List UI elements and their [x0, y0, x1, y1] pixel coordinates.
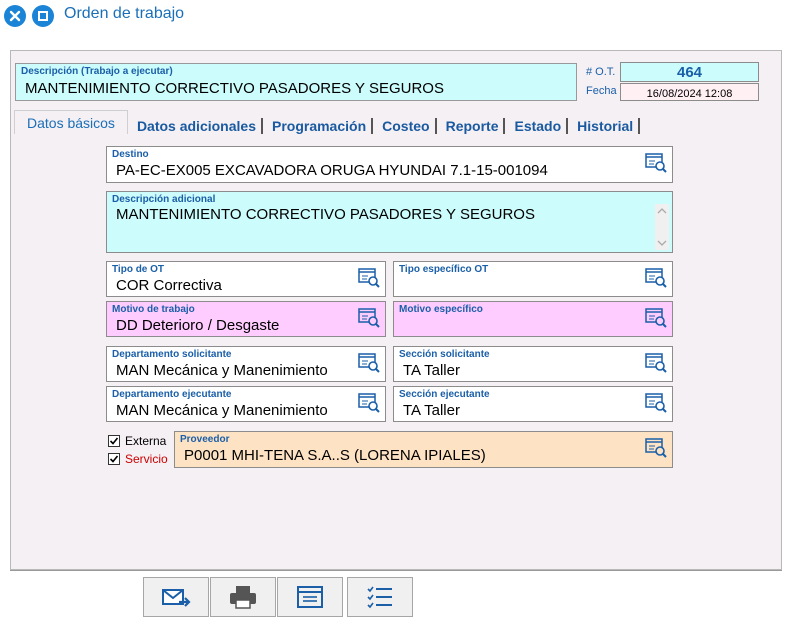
title-bar: Orden de trabajo — [0, 0, 787, 32]
lookup-icon[interactable] — [645, 438, 667, 458]
lookup-icon[interactable] — [645, 308, 667, 328]
sec-solicitante-value: TA Taller — [403, 362, 460, 379]
destino-value: PA-EC-EX005 EXCAVADORA ORUGA HYUNDAI 7.1… — [116, 162, 548, 179]
tab-reporte[interactable]: Reporte — [441, 118, 506, 134]
lookup-icon[interactable] — [358, 268, 380, 288]
proveedor-value: P0001 MHI-TENA S.A..S (LORENA IPIALES) — [184, 447, 486, 464]
motivo-especifico-field[interactable]: Motivo específico — [393, 301, 673, 337]
lookup-icon[interactable] — [358, 308, 380, 328]
sec-ejecutante-field[interactable]: Sección ejecutante TA Taller — [393, 386, 673, 422]
description-field[interactable]: Descripción (Trabajo a ejecutar) MANTENI… — [15, 63, 577, 101]
fecha-value: 16/08/2024 12:08 — [646, 88, 733, 100]
check-icon — [109, 437, 119, 445]
fecha-field: 16/08/2024 12:08 — [620, 83, 759, 101]
checklist-button[interactable] — [347, 577, 413, 617]
window-list-icon — [297, 586, 323, 608]
check-icon — [109, 455, 119, 463]
motivo-especifico-label: Motivo específico — [399, 304, 483, 315]
motivo-trabajo-value: DD Deterioro / Desgaste — [116, 317, 280, 334]
tab-costeo[interactable]: Costeo — [377, 118, 437, 134]
motivo-trabajo-label: Motivo de trabajo — [112, 304, 195, 315]
lookup-icon[interactable] — [645, 353, 667, 373]
ot-number-value: 464 — [676, 64, 703, 81]
tipo-ot-field[interactable]: Tipo de OT COR Correctiva — [106, 261, 386, 297]
tab-estado[interactable]: Estado — [509, 118, 569, 134]
send-mail-button[interactable] — [143, 577, 209, 617]
maximize-icon[interactable] — [32, 5, 54, 27]
sec-ejecutante-value: TA Taller — [403, 402, 460, 419]
ot-number-field: 464 — [620, 62, 759, 82]
dep-solicitante-field[interactable]: Departamento solicitante MAN Mecánica y … — [106, 346, 386, 382]
tab-historial[interactable]: Historial — [572, 118, 641, 134]
tipo-especifico-field[interactable]: Tipo específico OT — [393, 261, 673, 297]
window-title: Orden de trabajo — [64, 5, 185, 22]
dep-solicitante-label: Departamento solicitante — [112, 349, 232, 360]
print-button[interactable] — [210, 577, 276, 617]
descripcion-adicional-field[interactable]: Descripción adicional MANTENIMIENTO CORR… — [106, 191, 673, 253]
tab-bar: Datos básicos Datos adicionales Programa… — [14, 110, 641, 134]
dep-ejecutante-value: MAN Mecánica y Manenimiento — [116, 402, 328, 419]
dep-solicitante-value: MAN Mecánica y Manenimiento — [116, 362, 328, 379]
tab-datos-basicos[interactable]: Datos básicos — [14, 110, 128, 134]
externa-checkbox[interactable] — [108, 435, 120, 447]
sec-solicitante-field[interactable]: Sección solicitante TA Taller — [393, 346, 673, 382]
tipo-ot-value: COR Correctiva — [116, 277, 222, 294]
descripcion-adicional-value: MANTENIMIENTO CORRECTIVO PASADORES Y SEG… — [116, 206, 535, 223]
servicio-checkbox[interactable] — [108, 453, 120, 465]
window-list-button[interactable] — [277, 577, 343, 617]
lookup-icon[interactable] — [358, 353, 380, 373]
lookup-icon[interactable] — [645, 393, 667, 413]
sec-solicitante-label: Sección solicitante — [399, 349, 490, 360]
fecha-label: Fecha — [586, 85, 617, 97]
description-value: MANTENIMIENTO CORRECTIVO PASADORES Y SEG… — [25, 80, 444, 97]
tab-programacion[interactable]: Programación — [267, 118, 374, 134]
tab-datos-adicionales[interactable]: Datos adicionales — [132, 118, 263, 134]
scrollbar[interactable] — [655, 204, 669, 250]
close-icon[interactable] — [4, 5, 26, 27]
proveedor-field[interactable]: Proveedor P0001 MHI-TENA S.A..S (LORENA … — [174, 431, 673, 468]
destino-field[interactable]: Destino PA-EC-EX005 EXCAVADORA ORUGA HYU… — [106, 146, 673, 183]
externa-label: Externa — [125, 434, 167, 448]
lookup-icon[interactable] — [645, 268, 667, 288]
dep-ejecutante-field[interactable]: Departamento ejecutante MAN Mecánica y M… — [106, 386, 386, 422]
sec-ejecutante-label: Sección ejecutante — [399, 389, 490, 400]
lookup-icon[interactable] — [645, 153, 667, 173]
motivo-trabajo-field[interactable]: Motivo de trabajo DD Deterioro / Desgast… — [106, 301, 386, 337]
destino-label: Destino — [112, 149, 149, 160]
printer-icon — [230, 586, 256, 609]
tipo-ot-label: Tipo de OT — [112, 264, 165, 275]
checklist-icon — [367, 586, 392, 609]
ot-label: # O.T. — [586, 66, 616, 78]
descripcion-adicional-label: Descripción adicional — [112, 194, 216, 205]
proveedor-label: Proveedor — [180, 434, 230, 445]
lookup-icon[interactable] — [358, 393, 380, 413]
dep-ejecutante-label: Departamento ejecutante — [112, 389, 232, 400]
mail-send-icon — [162, 589, 191, 607]
tipo-especifico-label: Tipo específico OT — [399, 264, 489, 275]
description-label: Descripción (Trabajo a ejecutar) — [21, 66, 173, 77]
servicio-label: Servicio — [125, 452, 168, 466]
